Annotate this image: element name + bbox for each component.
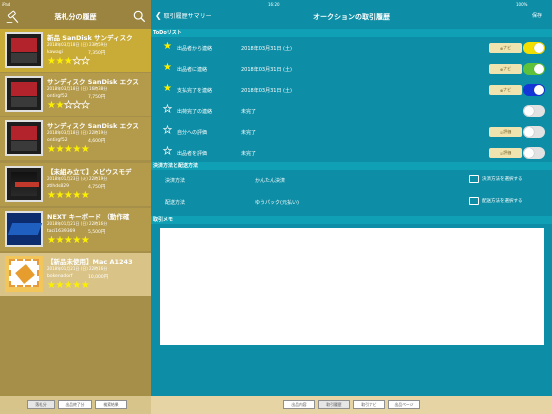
item-price: 4,600円 xyxy=(88,139,106,144)
item-price: 5,500円 xyxy=(88,230,106,235)
item-date: 2018年01月21日 (日) 22時16分 xyxy=(47,266,108,271)
page-title: オークションの取引履歴 xyxy=(313,13,390,21)
navi-button[interactable]: ⊕ ナビ xyxy=(489,85,522,95)
item-user: taci1639369 xyxy=(47,229,76,234)
tab-listing-ended[interactable]: 出品終了分 xyxy=(58,400,92,409)
todo-row: ★ 出品者から連絡 2018年03月31日 (土) ⊕ ナビ xyxy=(151,37,552,58)
payment-section-header: 決済方法と配送方法 xyxy=(151,162,552,170)
item-rating: ★★★★★ xyxy=(47,235,90,246)
search-icon[interactable] xyxy=(133,10,146,23)
status-bar: iPad 16:20 100% xyxy=(0,0,552,9)
rating-button[interactable]: ♕ 評価 xyxy=(489,127,522,137)
item-thumbnail xyxy=(5,76,43,112)
item-user: ontirgf52 xyxy=(47,94,68,99)
item-user: kawagi xyxy=(47,50,63,55)
item-date: 2018年03月18日 (日) 16時38分 xyxy=(47,86,108,91)
item-title: サンディスク SanDisk エクス xyxy=(47,122,139,130)
item-title: 【未組み立て】メビウスモデ xyxy=(47,168,132,176)
item-thumbnail xyxy=(5,32,43,68)
tab-listing[interactable]: 出品内容 xyxy=(283,400,315,409)
left-bottom-bar: 落札分 出品終了分 検索結果 xyxy=(0,396,151,414)
toggle[interactable] xyxy=(523,105,545,117)
todo-row: ★ 出品者を評価 未完了 ♕ 評価 xyxy=(151,142,552,163)
toggle[interactable] xyxy=(523,84,545,96)
navi-button[interactable]: ⊕ ナビ xyxy=(489,43,522,53)
item-price: 7,350円 xyxy=(88,51,106,56)
payment-row: 決済方法 かんたん決済 決済方法を選択する xyxy=(151,170,552,192)
clock: 16:20 xyxy=(268,2,280,7)
toggle[interactable] xyxy=(523,63,545,75)
carrier: iPad xyxy=(2,2,11,7)
toggle[interactable] xyxy=(523,126,545,138)
item-price: 10,000円 xyxy=(88,275,109,280)
item-user: ztlhds829 xyxy=(47,184,70,189)
item-title: 【新品未使用】Mac A1243 xyxy=(47,258,133,266)
todo-row: ★ 出荷完了の連絡 未完了 xyxy=(151,100,552,121)
item-rating: ★★★★★ xyxy=(47,190,90,201)
star-icon[interactable]: ★ xyxy=(163,125,173,136)
history-pane: 落札分の履歴 新品 SanDisk サンディスク 2018年03月18日 (日)… xyxy=(0,0,151,414)
item-rating: ★★★★★ xyxy=(47,144,90,155)
tab-listing-page[interactable]: 出品ページ xyxy=(388,400,420,409)
payment-icon xyxy=(469,175,479,183)
item-rating: ★★★★★ xyxy=(47,56,90,67)
star-icon[interactable]: ★ xyxy=(163,146,173,157)
select-payment-button[interactable]: 決済方法を選択する xyxy=(469,175,523,183)
app: iPad 16:20 100% 落札分の履歴 新品 SanDisk サンディスク… xyxy=(0,0,552,414)
item-price: 4,750円 xyxy=(88,185,106,190)
todo-row: ★ 支払完了を連絡 2018年03月31日 (土) ⊕ ナビ xyxy=(151,79,552,100)
star-icon[interactable]: ★ xyxy=(163,84,172,94)
item-date: 2018年03月18日 (日) 23時59分 xyxy=(47,42,108,47)
item-rating: ★★★★★ xyxy=(47,100,90,111)
toggle[interactable] xyxy=(523,147,545,159)
truck-icon xyxy=(469,197,479,205)
item-date: 2018年03月18日 (日) 22時19分 xyxy=(47,130,108,135)
item-thumbnail xyxy=(5,120,43,156)
star-icon[interactable]: ★ xyxy=(163,42,172,52)
item-title: NEXT キーボード （動作確 xyxy=(47,213,130,221)
item-rating: ★★★★★ xyxy=(47,280,90,291)
tab-search-results[interactable]: 検索結果 xyxy=(95,400,127,409)
detail-pane: ❮ 取引履歴サマリー オークションの取引履歴 保存 ToDoリスト ★ 出品者か… xyxy=(151,0,552,414)
left-title: 落札分の履歴 xyxy=(54,13,97,21)
list-item[interactable]: 【新品未使用】Mac A1243 2018年01月21日 (日) 22時16分 … xyxy=(0,253,151,296)
item-date: 2018年01月23日 (火) 22時19分 xyxy=(47,176,108,181)
list-item[interactable]: サンディスク SanDisk エクス 2018年03月18日 (日) 22時19… xyxy=(0,117,151,160)
star-icon[interactable]: ★ xyxy=(163,63,172,73)
list-item[interactable]: サンディスク SanDisk エクス 2018年03月18日 (日) 16時38… xyxy=(0,73,151,116)
item-title: サンディスク SanDisk エクス xyxy=(47,78,139,86)
todo-section-header: ToDoリスト xyxy=(151,29,552,37)
select-shipping-button[interactable]: 配送方法を選択する xyxy=(469,197,523,205)
rating-button[interactable]: ♕ 評価 xyxy=(489,148,522,158)
save-button[interactable]: 保存 xyxy=(532,12,542,19)
todo-row: ★ 自分への評価 未完了 ♕ 評価 xyxy=(151,121,552,142)
tab-won[interactable]: 落札分 xyxy=(27,400,55,409)
star-icon[interactable]: ★ xyxy=(163,104,173,115)
item-user: ontirgf52 xyxy=(47,138,68,143)
list-item[interactable]: 【未組み立て】メビウスモデ 2018年01月23日 (火) 22時19分 ztl… xyxy=(0,163,151,206)
todo-row: ★ 出品者に連絡 2018年03月31日 (土) ⊕ ナビ xyxy=(151,58,552,79)
navi-button[interactable]: ⊕ ナビ xyxy=(489,64,522,74)
memo-section-header: 取引メモ xyxy=(151,216,552,224)
item-date: 2018年01月21日 (日) 22時16分 xyxy=(47,221,108,226)
auction-stamp-icon xyxy=(5,256,43,292)
item-title: 新品 SanDisk サンディスク xyxy=(47,34,133,42)
right-bottom-bar: 出品内容 取引履歴 取引ナビ 出品ページ xyxy=(151,396,552,414)
payment-row: 配送方法 ゆうパック(元払い) 配送方法を選択する xyxy=(151,192,552,214)
item-thumbnail xyxy=(5,166,43,202)
tab-history[interactable]: 取引履歴 xyxy=(318,400,350,409)
item-user: bokenadorf xyxy=(47,274,73,279)
list-item[interactable]: 新品 SanDisk サンディスク 2018年03月18日 (日) 23時59分… xyxy=(0,29,151,72)
battery: 100% xyxy=(516,2,528,7)
item-thumbnail xyxy=(5,211,43,247)
memo-textarea[interactable] xyxy=(160,228,544,345)
list-item[interactable]: NEXT キーボード （動作確 2018年01月21日 (日) 22時16分 t… xyxy=(0,208,151,251)
tab-navi[interactable]: 取引ナビ xyxy=(353,400,385,409)
toggle[interactable] xyxy=(523,42,545,54)
item-price: 7,750円 xyxy=(88,95,106,100)
